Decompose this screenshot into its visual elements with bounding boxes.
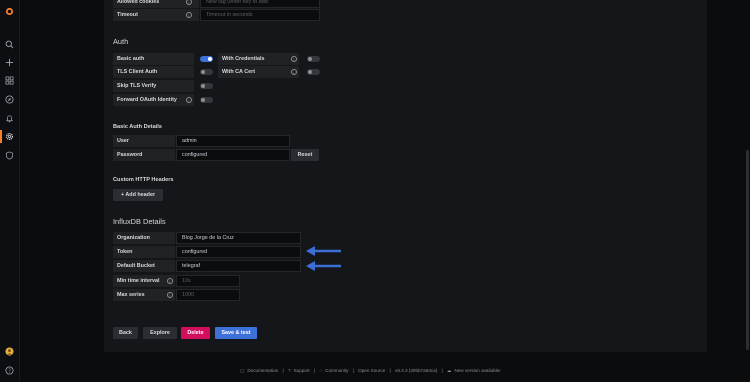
tls-client-auth-label: TLS Client Auth [113, 66, 194, 78]
back-button[interactable]: Back [113, 327, 138, 339]
add-header-button[interactable]: + Add header [113, 189, 163, 201]
footer-separator: | [441, 368, 443, 373]
footer-separator: | [282, 368, 284, 373]
shield-icon[interactable] [3, 149, 16, 162]
add-header-label: Add header [125, 192, 156, 198]
info-icon[interactable]: i [186, 97, 192, 103]
gear-icon[interactable] [3, 130, 16, 143]
info-icon[interactable]: i [167, 278, 173, 284]
max-series-input[interactable]: 1000 [176, 289, 240, 301]
delete-button[interactable]: Delete [181, 327, 210, 339]
password-input[interactable]: configured [176, 149, 290, 161]
footer-separator: | [352, 368, 354, 373]
info-icon[interactable]: i [167, 292, 173, 298]
help-icon[interactable]: ? [3, 364, 16, 377]
with-ca-cert-label: With CA Cert [218, 66, 299, 78]
settings-panel: Allowed cookies i New tag (enter key to … [104, 0, 707, 352]
cloud-icon: ☁ [446, 368, 452, 373]
explore-button[interactable]: Explore [143, 327, 177, 339]
with-credentials-toggle[interactable] [307, 56, 320, 62]
avatar[interactable] [3, 345, 16, 358]
footer-new-version-link[interactable]: New version available! [455, 368, 501, 373]
footer-support-link[interactable]: Support [294, 368, 310, 373]
with-ca-cert-toggle[interactable] [307, 69, 320, 75]
token-label: Token [113, 246, 175, 258]
footer-open-source-link[interactable]: Open Source [358, 368, 385, 373]
footer-documentation-link[interactable]: Documentation [247, 368, 278, 373]
organization-label: Organization [113, 232, 175, 244]
footer-community-link[interactable]: Community [325, 368, 348, 373]
svg-text:?: ? [8, 368, 11, 374]
plus-icon[interactable] [3, 56, 16, 69]
basic-auth-details-title: Basic Auth Details [113, 124, 162, 130]
tls-client-auth-toggle[interactable] [200, 69, 213, 75]
custom-headers-title: Custom HTTP Headers [113, 177, 174, 183]
forward-oauth-label: Forward OAuth Identity [113, 94, 194, 106]
default-bucket-label: Default Bucket [113, 260, 175, 272]
footer-separator: | [389, 368, 391, 373]
explore-icon[interactable] [3, 93, 16, 106]
forward-oauth-toggle[interactable] [200, 97, 213, 103]
basic-auth-label: Basic auth [113, 53, 194, 65]
document-icon: ▢ [240, 368, 245, 373]
allowed-cookies-input[interactable]: New tag (enter key to add [200, 0, 320, 8]
active-indicator [0, 130, 2, 143]
min-time-interval-input[interactable]: 10s [176, 275, 240, 287]
influx-section-title: InfluxDB Details [113, 217, 166, 226]
sidebar: ? [0, 0, 20, 382]
comments-icon: ◌ [319, 368, 323, 373]
skip-tls-verify-label: Skip TLS Verify [113, 80, 194, 92]
scrollbar[interactable] [745, 0, 750, 382]
reset-button[interactable]: Reset [291, 149, 319, 161]
scrollbar-thumb[interactable] [746, 150, 749, 350]
skip-tls-verify-toggle[interactable] [200, 83, 213, 89]
info-icon[interactable]: i [186, 12, 192, 18]
user-label: User [113, 135, 175, 147]
token-input[interactable]: configured [176, 246, 301, 258]
user-input[interactable]: admin [176, 135, 290, 147]
auth-section-title: Auth [113, 37, 129, 46]
footer-version: v8.3.3 (30bb7a93ca) [395, 368, 438, 373]
basic-auth-toggle[interactable] [200, 56, 213, 62]
footer: ▢ Documentation | ? Support | ◌ Community |… [240, 368, 503, 374]
default-bucket-input[interactable]: telegraf [176, 260, 301, 272]
max-series-label: Max series [113, 289, 175, 301]
support-icon: ? [288, 368, 291, 373]
bell-icon[interactable] [3, 112, 16, 125]
grafana-logo-icon[interactable] [3, 5, 16, 18]
save-test-button[interactable]: Save & test [215, 327, 257, 339]
annotation-arrow [306, 261, 341, 271]
info-icon[interactable]: i [291, 56, 297, 62]
timeout-input[interactable]: Timeout in seconds [200, 9, 320, 21]
password-label: Password [113, 149, 175, 161]
annotation-arrow [306, 246, 341, 256]
dashboards-icon[interactable] [3, 74, 16, 87]
footer-separator: | [313, 368, 316, 373]
min-time-interval-label: Min time interval [113, 275, 175, 287]
with-credentials-label: With Credentials [218, 53, 299, 65]
info-icon[interactable]: i [291, 69, 297, 75]
search-icon[interactable] [3, 38, 16, 51]
organization-input[interactable]: Blog Jorge de la Cruz [176, 232, 301, 244]
